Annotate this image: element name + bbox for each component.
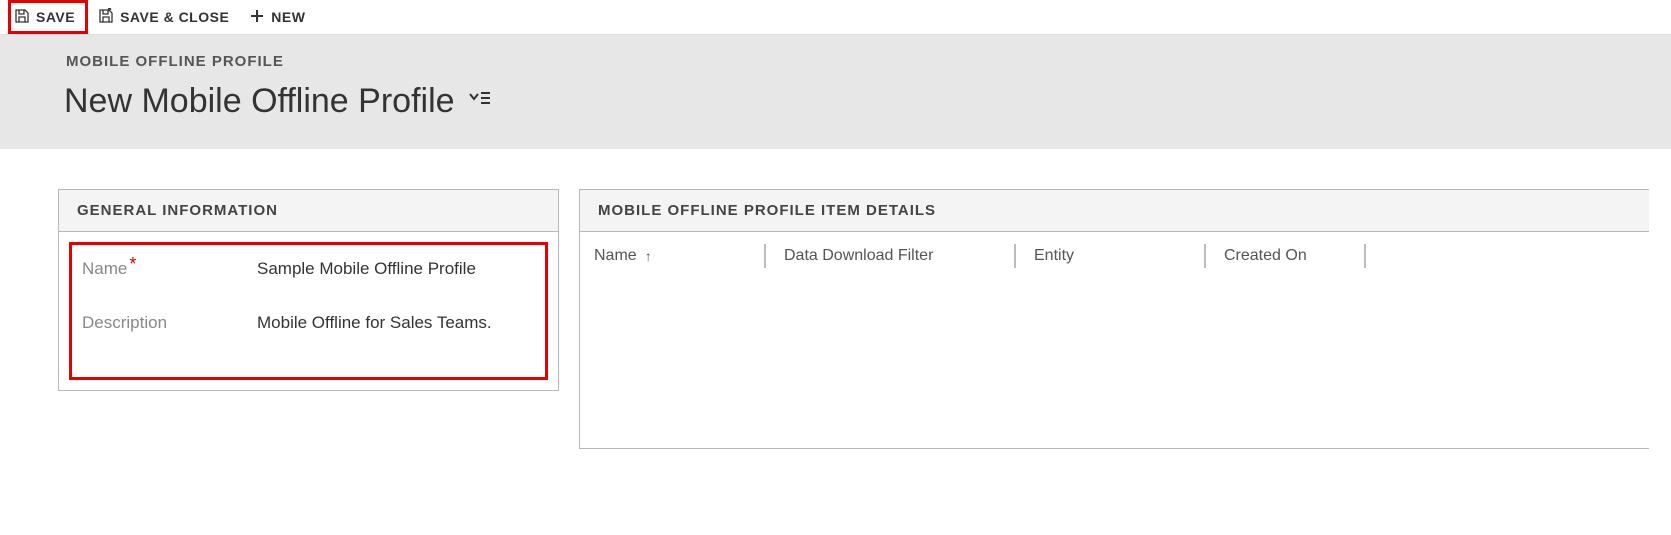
- save-close-icon: [98, 8, 114, 27]
- save-close-button[interactable]: SAVE & CLOSE: [88, 3, 239, 32]
- column-separator: [1364, 244, 1366, 268]
- command-bar: SAVE SAVE & CLOSE NEW: [0, 0, 1671, 34]
- page-header: MOBILE OFFLINE PROFILE New Mobile Offlin…: [0, 34, 1671, 149]
- column-header-entity[interactable]: Entity: [1034, 247, 1204, 265]
- general-information-panel: GENERAL INFORMATION Name* Sample Mobile …: [58, 189, 559, 391]
- column-header-created[interactable]: Created On: [1224, 247, 1364, 265]
- page-title: New Mobile Offline Profile: [64, 82, 455, 121]
- description-input[interactable]: Mobile Offline for Sales Teams.: [257, 313, 535, 333]
- general-panel-title: GENERAL INFORMATION: [59, 190, 558, 232]
- column-separator: [764, 244, 766, 268]
- form-selector-icon[interactable]: [469, 90, 491, 113]
- save-close-label: SAVE & CLOSE: [120, 9, 229, 25]
- name-field-row: Name* Sample Mobile Offline Profile: [82, 259, 535, 279]
- name-input[interactable]: Sample Mobile Offline Profile: [257, 259, 535, 279]
- required-indicator: *: [129, 259, 136, 269]
- grid-header: Name ↑ Data Download Filter Entity Creat…: [580, 232, 1649, 280]
- save-label: SAVE: [36, 9, 75, 25]
- new-button[interactable]: NEW: [239, 3, 315, 32]
- column-separator: [1014, 244, 1016, 268]
- entity-name-label: MOBILE OFFLINE PROFILE: [66, 53, 1671, 70]
- column-header-filter[interactable]: Data Download Filter: [784, 247, 1014, 265]
- save-icon: [14, 8, 30, 27]
- plus-icon: [249, 8, 265, 27]
- general-fields-highlight: Name* Sample Mobile Offline Profile Desc…: [69, 242, 548, 380]
- new-label: NEW: [271, 9, 305, 25]
- column-header-name[interactable]: Name ↑: [594, 247, 764, 265]
- column-separator: [1204, 244, 1206, 268]
- name-label: Name*: [82, 259, 257, 279]
- description-field-row: Description Mobile Offline for Sales Tea…: [82, 313, 535, 333]
- item-details-panel: MOBILE OFFLINE PROFILE ITEM DETAILS Name…: [579, 189, 1649, 449]
- form-body: GENERAL INFORMATION Name* Sample Mobile …: [36, 149, 1671, 489]
- details-panel-title: MOBILE OFFLINE PROFILE ITEM DETAILS: [580, 190, 1649, 232]
- sort-ascending-icon: ↑: [645, 248, 652, 264]
- save-button[interactable]: SAVE: [8, 0, 88, 34]
- description-label: Description: [82, 313, 257, 333]
